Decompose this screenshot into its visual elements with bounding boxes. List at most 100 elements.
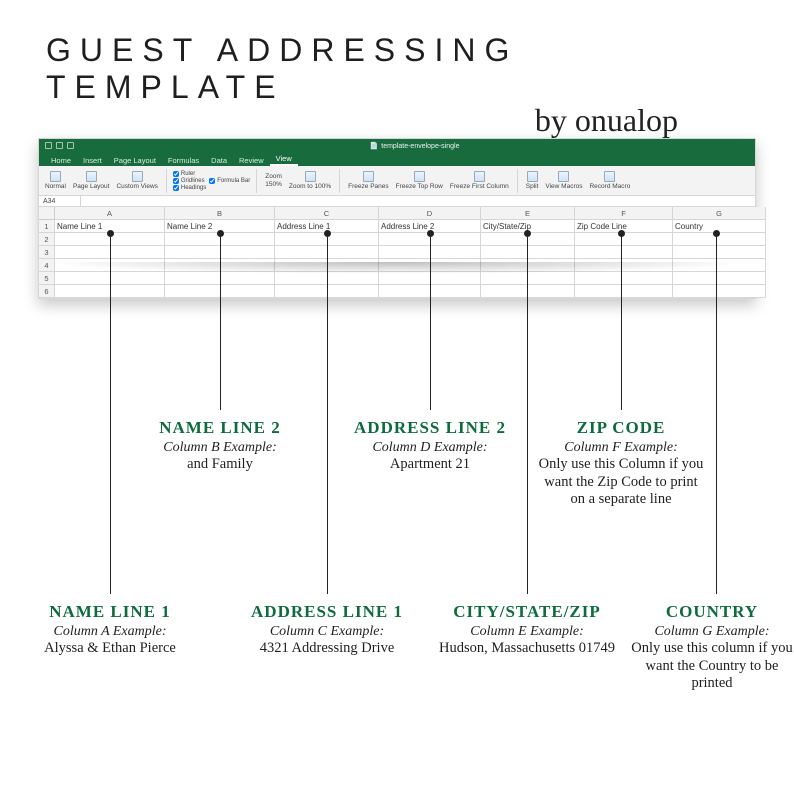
callout-sub: Column C Example: (237, 624, 417, 640)
byline: by onualop (46, 102, 748, 139)
checkbox[interactable] (173, 185, 179, 191)
cell[interactable] (481, 285, 575, 298)
callout-line (220, 234, 221, 410)
cell[interactable] (673, 285, 766, 298)
tab-data[interactable]: Data (205, 154, 233, 166)
callout-label: ADDRESS LINE 1 (237, 602, 417, 622)
zoom-button[interactable]: Zoom150% (263, 173, 284, 188)
split-icon (527, 171, 538, 182)
freeze-icon (474, 171, 485, 182)
ribbon-group-views: Normal Page Layout Custom Views (43, 169, 167, 193)
qat-icon[interactable] (56, 142, 63, 149)
label: Normal (45, 183, 66, 190)
cell[interactable] (575, 285, 673, 298)
formula-bar-row: A34 (39, 196, 755, 207)
callout-ex: and Family (130, 456, 310, 474)
ribbon-tabs: Home Insert Page Layout Formulas Data Re… (39, 152, 755, 166)
ribbon: Normal Page Layout Custom Views Ruler Gr… (39, 166, 755, 196)
callout-label: ADDRESS LINE 2 (340, 418, 520, 438)
row-header[interactable]: 6 (39, 285, 55, 298)
formula-bar[interactable] (81, 196, 755, 206)
callout-line (716, 234, 717, 594)
headings-check[interactable]: Headings (173, 185, 206, 191)
cell[interactable] (575, 259, 673, 272)
page-layout-button[interactable]: Page Layout (71, 171, 112, 190)
checkbox[interactable] (209, 178, 215, 184)
row-header[interactable]: 5 (39, 272, 55, 285)
col-header-b[interactable]: B (165, 207, 275, 220)
row-header[interactable]: 1 (39, 220, 55, 233)
row-header[interactable]: 2 (39, 233, 55, 246)
label: Ruler (181, 171, 195, 177)
callout-line (527, 234, 528, 594)
cell[interactable] (673, 246, 766, 259)
document-title: template-envelope-single (80, 142, 749, 150)
cell[interactable] (481, 259, 575, 272)
ruler-check[interactable]: Ruler (173, 171, 206, 177)
callout-ex: Alyssa & Ethan Pierce (20, 640, 200, 658)
callout-ex: Apartment 21 (340, 456, 520, 474)
callout-ex: Only use this Column if you want the Zip… (536, 456, 706, 509)
excel-window: template-envelope-single Home Insert Pag… (38, 138, 756, 299)
tab-insert[interactable]: Insert (77, 154, 108, 166)
cell[interactable] (481, 272, 575, 285)
titlebar: template-envelope-single (39, 139, 755, 152)
label: Zoom to 100% (289, 183, 331, 190)
custom-views-button[interactable]: Custom Views (114, 171, 159, 190)
callout-label: CITY/STATE/ZIP (422, 602, 632, 622)
checkbox[interactable] (173, 178, 179, 184)
freeze-panes-button[interactable]: Freeze Panes (346, 171, 390, 190)
callout-line (327, 234, 328, 594)
tab-review[interactable]: Review (233, 154, 270, 166)
col-header-f[interactable]: F (575, 207, 673, 220)
cell[interactable] (673, 272, 766, 285)
callout-city-state-zip: CITY/STATE/ZIP Column E Example: Hudson,… (422, 602, 632, 658)
callout-sub: Column B Example: (130, 440, 310, 456)
col-header-e[interactable]: E (481, 207, 575, 220)
callout-zip-code: ZIP CODE Column F Example: Only use this… (536, 418, 706, 509)
col-header-d[interactable]: D (379, 207, 481, 220)
callout-ex: 4321 Addressing Drive (237, 640, 417, 658)
tab-view[interactable]: View (270, 152, 298, 166)
cell[interactable] (673, 259, 766, 272)
row-header[interactable]: 4 (39, 259, 55, 272)
col-header-c[interactable]: C (275, 207, 379, 220)
qat-icon[interactable] (67, 142, 74, 149)
ribbon-group-macros: Split View Macros Record Macro (524, 169, 639, 193)
ribbon-group-show: Ruler Gridlines Headings Formula Bar (173, 169, 257, 193)
callout-name-line-2: NAME LINE 2 Column B Example: and Family (130, 418, 310, 474)
freeze-icon (414, 171, 425, 182)
view-macros-button[interactable]: View Macros (543, 171, 584, 190)
checkbox[interactable] (173, 171, 179, 177)
col-header-g[interactable]: G (673, 207, 766, 220)
cell[interactable] (481, 246, 575, 259)
cell[interactable] (575, 246, 673, 259)
col-header-a[interactable]: A (55, 207, 165, 220)
macro-icon (558, 171, 569, 182)
freeze-top-row-button[interactable]: Freeze Top Row (394, 171, 445, 190)
gridlines-check[interactable]: Gridlines (173, 178, 206, 184)
tab-home[interactable]: Home (45, 154, 77, 166)
label: Split (526, 183, 539, 190)
split-button[interactable]: Split (524, 171, 541, 190)
spreadsheet-grid: A B C D E F G 1 Name Line 1 Name Line 2 … (39, 207, 755, 298)
select-all-corner[interactable] (39, 207, 55, 220)
qat-icon[interactable] (45, 142, 52, 149)
zoom-icon (305, 171, 316, 182)
label: Headings (181, 185, 206, 191)
row-header[interactable]: 3 (39, 246, 55, 259)
record-macro-button[interactable]: Record Macro (587, 171, 632, 190)
zoom-100-button[interactable]: Zoom to 100% (287, 171, 333, 190)
tab-formulas[interactable]: Formulas (162, 154, 205, 166)
record-icon (604, 171, 615, 182)
name-box[interactable]: A34 (39, 196, 81, 206)
normal-view-button[interactable]: Normal (43, 171, 68, 190)
cell[interactable] (575, 272, 673, 285)
formula-bar-check[interactable]: Formula Bar (209, 178, 250, 184)
doc-icon (132, 171, 143, 182)
show-checks-left: Ruler Gridlines Headings (173, 171, 206, 191)
label: Custom Views (116, 183, 157, 190)
callout-sub: Column A Example: (20, 624, 200, 640)
tab-page-layout[interactable]: Page Layout (108, 154, 162, 166)
freeze-first-col-button[interactable]: Freeze First Column (448, 171, 511, 190)
